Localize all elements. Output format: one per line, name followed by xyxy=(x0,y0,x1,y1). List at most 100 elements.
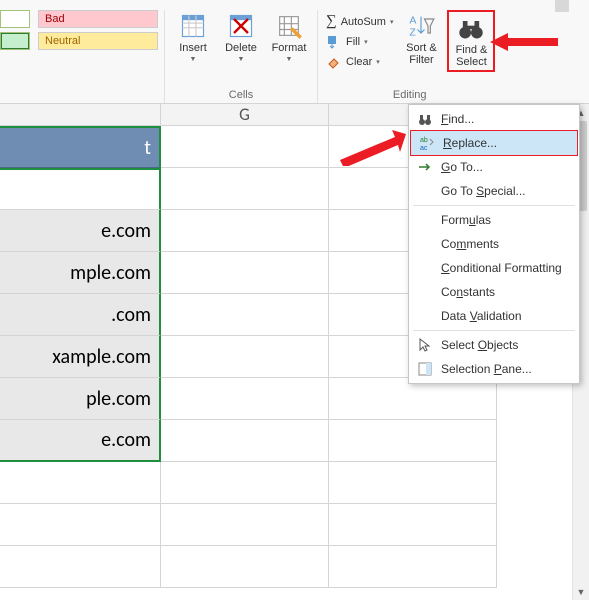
cell[interactable] xyxy=(161,462,329,504)
menu-cond-label: Conditional FormattingConditional Format… xyxy=(441,261,562,275)
binoculars-small-icon xyxy=(417,111,433,127)
svg-text:A: A xyxy=(410,15,417,27)
cell[interactable] xyxy=(161,252,329,294)
replace-icon: abac xyxy=(419,135,435,151)
sigma-icon: ∑ xyxy=(326,13,337,30)
svg-text:ac: ac xyxy=(420,145,428,151)
menu-separator xyxy=(413,205,575,206)
cell[interactable] xyxy=(329,378,497,420)
cell[interactable] xyxy=(329,462,497,504)
eraser-icon xyxy=(326,54,342,70)
svg-text:ab: ab xyxy=(420,137,428,144)
styles-group-label xyxy=(77,89,80,101)
menu-selpane-label: Selection Pane...Selection Pane... xyxy=(441,362,532,376)
style-preview-normal[interactable] xyxy=(0,10,30,28)
insert-label: Insert xyxy=(179,42,207,54)
menu-gotospecial[interactable]: Go To Special...Go To Special... xyxy=(409,179,579,203)
menu-constants-label: ConstantsConstants xyxy=(441,285,495,299)
cell[interactable] xyxy=(161,546,329,588)
col-header-partial[interactable] xyxy=(0,104,161,125)
goto-icon xyxy=(417,159,433,175)
blank-icon xyxy=(417,236,433,252)
menu-conditional-formatting[interactable]: Conditional FormattingConditional Format… xyxy=(409,256,579,280)
style-bad[interactable]: Bad xyxy=(38,10,158,28)
annotation-arrow-replace xyxy=(332,130,410,166)
cell[interactable] xyxy=(161,504,329,546)
cell[interactable] xyxy=(0,462,161,504)
pane-icon xyxy=(417,361,433,377)
menu-comments-label: CommentsComments xyxy=(441,237,499,251)
menu-formulas-label: FormulasFormulas xyxy=(441,213,491,227)
menu-select-objects[interactable]: Select ObjectsSelect Objects xyxy=(409,333,579,357)
blank-icon xyxy=(417,260,433,276)
blank-icon xyxy=(417,212,433,228)
cell[interactable]: .com xyxy=(0,294,161,336)
fill-button[interactable]: Fill ▾ xyxy=(324,33,395,51)
cell[interactable] xyxy=(161,126,329,168)
menu-data-validation[interactable]: Data ValidationData Validation xyxy=(409,304,579,328)
cell[interactable] xyxy=(161,210,329,252)
menu-replace[interactable]: abac Replace...Replace... xyxy=(410,130,578,156)
find-select-menu: FFind...ind... abac Replace...Replace...… xyxy=(408,104,580,384)
format-icon xyxy=(275,12,303,40)
dropdown-caret-icon: ▼ xyxy=(238,56,245,63)
cell[interactable] xyxy=(161,336,329,378)
menu-find[interactable]: FFind...ind... xyxy=(409,107,579,131)
cell[interactable] xyxy=(161,294,329,336)
delete-label: Delete xyxy=(225,42,257,54)
cell[interactable]: xample.com xyxy=(0,336,161,378)
autosum-button[interactable]: ∑ AutoSum ▾ xyxy=(324,12,395,31)
clear-button[interactable]: Clear ▾ xyxy=(324,53,395,71)
dropdown-caret-icon: ▼ xyxy=(190,56,197,63)
binoculars-icon xyxy=(457,14,485,42)
find-select-button[interactable]: Find & Select xyxy=(449,12,493,70)
menu-separator xyxy=(413,330,575,331)
cell[interactable] xyxy=(329,420,497,462)
insert-icon xyxy=(179,12,207,40)
menu-comments[interactable]: CommentsComments xyxy=(409,232,579,256)
cell[interactable] xyxy=(329,546,497,588)
style-neutral[interactable]: Neutral xyxy=(38,32,158,50)
sort-filter-button[interactable]: AZ Sort & Filter xyxy=(399,10,443,68)
cell[interactable] xyxy=(0,504,161,546)
cell[interactable] xyxy=(161,420,329,462)
cell[interactable] xyxy=(0,168,161,210)
sort-filter-icon: AZ xyxy=(407,12,435,40)
find-select-label: Find & Select xyxy=(456,44,488,68)
menu-goto[interactable]: Go To...Go To... xyxy=(409,155,579,179)
cell[interactable]: mple.com xyxy=(0,252,161,294)
styles-group: Bad Neutral xyxy=(0,10,165,103)
delete-button[interactable]: Delete ▼ xyxy=(219,10,263,65)
cell[interactable] xyxy=(329,504,497,546)
sort-filter-label: Sort & Filter xyxy=(406,42,437,66)
cell-header[interactable]: t xyxy=(0,126,161,168)
style-preview-good[interactable] xyxy=(0,32,30,50)
cell[interactable] xyxy=(161,378,329,420)
dropdown-caret-icon: ▾ xyxy=(376,58,380,66)
cell[interactable] xyxy=(0,546,161,588)
blank-icon xyxy=(417,308,433,324)
find-select-highlight: Find & Select xyxy=(447,10,495,72)
cells-group: Insert ▼ Delete ▼ Format ▼ Cells xyxy=(165,10,318,103)
cell[interactable] xyxy=(161,168,329,210)
menu-selection-pane[interactable]: Selection Pane...Selection Pane... xyxy=(409,357,579,381)
editing-group-label: Editing xyxy=(393,89,427,101)
delete-icon xyxy=(227,12,255,40)
clear-label: Clear xyxy=(346,56,372,68)
format-label: Format xyxy=(272,42,307,54)
scroll-down-icon[interactable]: ▼ xyxy=(573,583,589,600)
menu-constants[interactable]: ConstantsConstants xyxy=(409,280,579,304)
blank-icon xyxy=(417,284,433,300)
dropdown-caret-icon: ▼ xyxy=(286,56,293,63)
col-header-g[interactable]: G xyxy=(161,104,329,125)
cell[interactable]: e.com xyxy=(0,420,161,462)
cell[interactable]: ple.com xyxy=(0,378,161,420)
insert-button[interactable]: Insert ▼ xyxy=(171,10,215,65)
menu-selobj-label: Select ObjectsSelect Objects xyxy=(441,338,518,352)
dropdown-caret-icon: ▾ xyxy=(390,18,394,26)
format-button[interactable]: Format ▼ xyxy=(267,10,311,65)
menu-dataval-label: Data ValidationData Validation xyxy=(441,309,522,323)
cell[interactable]: e.com xyxy=(0,210,161,252)
account-icon[interactable] xyxy=(555,0,569,12)
menu-formulas[interactable]: FormulasFormulas xyxy=(409,208,579,232)
